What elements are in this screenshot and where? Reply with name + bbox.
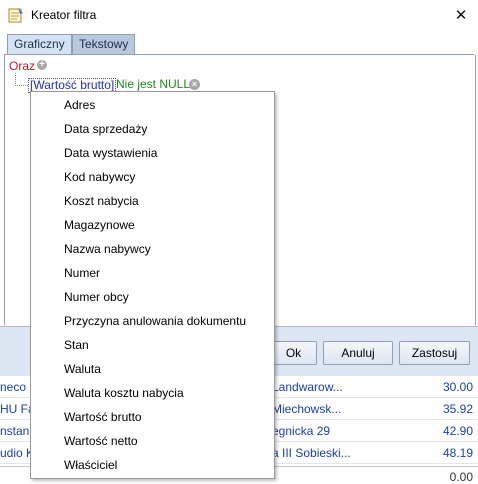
tab-strip: Graficzny Tekstowy <box>4 33 474 55</box>
dropdown-item[interactable]: Wartość netto <box>64 429 138 453</box>
dropdown-item[interactable]: Wartość brutto <box>64 405 142 429</box>
field-dropdown[interactable]: Adres Data sprzedaży Data wystawienia Ko… <box>30 91 275 479</box>
condition-operator[interactable]: Nie jest NULL <box>116 78 190 91</box>
dropdown-item[interactable]: Data wystawienia <box>64 141 157 165</box>
dropdown-item[interactable]: Magazynowe <box>64 213 135 237</box>
dropdown-item[interactable]: Data sprzedaży <box>64 117 147 141</box>
x-circle-icon[interactable]: × <box>189 79 200 90</box>
plus-circle-icon[interactable]: + <box>37 60 47 70</box>
row-address: a III Sobieski... <box>272 446 351 460</box>
row-address: Landwarow... <box>272 380 343 394</box>
row-amount: 42.90 <box>442 424 473 438</box>
dropdown-item[interactable]: Waluta <box>64 357 101 381</box>
filter-builder-icon <box>8 7 24 23</box>
cancel-button[interactable]: Anuluj <box>323 341 393 365</box>
dropdown-item[interactable]: Stan <box>64 333 89 357</box>
tree-connector <box>15 73 28 86</box>
dropdown-item[interactable]: Adres <box>64 93 95 117</box>
close-icon[interactable]: ✕ <box>444 0 478 31</box>
row-name: udio K <box>0 446 35 460</box>
dropdown-item[interactable]: Kod nabywcy <box>64 165 135 189</box>
dropdown-item[interactable]: Numer <box>64 261 100 285</box>
window-title: Kreator filtra <box>31 8 97 22</box>
row-name: neco <box>0 380 27 394</box>
row-address: egnicka 29 <box>272 424 331 438</box>
footer-total: 0.00 <box>449 470 473 484</box>
filter-builder-dialog: Kreator filtra ✕ Graficzny Tekstowy Oraz… <box>0 0 478 484</box>
dropdown-item[interactable]: Waluta kosztu nabycia <box>64 381 184 405</box>
ok-button[interactable]: Ok <box>270 341 317 365</box>
tab-graphical[interactable]: Graficzny <box>7 34 72 54</box>
row-amount: 35.92 <box>442 402 473 416</box>
tab-textual[interactable]: Tekstowy <box>72 34 136 54</box>
row-amount: 48.19 <box>442 446 473 460</box>
row-address: Miechowsk... <box>272 402 342 416</box>
dropdown-item[interactable]: Właściciel <box>64 453 117 477</box>
dropdown-item[interactable]: Nazwa nabywcy <box>64 237 151 261</box>
dropdown-item[interactable]: Koszt nabycia <box>64 189 139 213</box>
dropdown-item[interactable]: Przyczyna anulowania dokumentu <box>64 309 246 333</box>
apply-button[interactable]: Zastosuj <box>399 341 470 365</box>
row-amount: 30.00 <box>442 380 473 394</box>
group-operator[interactable]: Oraz <box>9 59 35 73</box>
dropdown-item[interactable]: Numer obcy <box>64 285 129 309</box>
title-bar: Kreator filtra ✕ <box>0 0 478 31</box>
row-name: nstan <box>0 424 30 438</box>
